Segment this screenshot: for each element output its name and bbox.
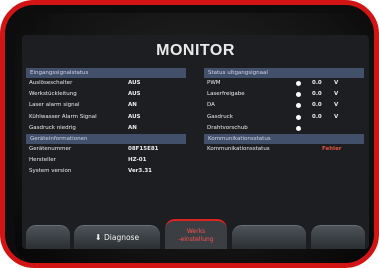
row-value: AUS bbox=[128, 91, 141, 98]
row-unit: V bbox=[334, 102, 339, 109]
output-row-wire-feed: Drahtvorschub bbox=[204, 123, 364, 134]
status-indicator-icon bbox=[296, 103, 301, 109]
tab-label-line1: Werks bbox=[186, 228, 206, 235]
device-bezel: MONITOR Eingangssignalstatus Auslösescha… bbox=[15, 13, 374, 263]
tab-blank-2[interactable] bbox=[232, 225, 306, 249]
info-row-manufacturer: Hersteller HZ-01 bbox=[26, 155, 186, 166]
tab-label: Diagnose bbox=[104, 233, 140, 242]
row-label: Kommunikationsstatus bbox=[207, 145, 270, 152]
row-label: Gasdruck bbox=[207, 113, 233, 120]
row-label: Drahtvorschub bbox=[207, 124, 248, 131]
row-unit: V bbox=[334, 113, 339, 120]
row-label: System version bbox=[29, 168, 72, 175]
row-unit: V bbox=[334, 91, 339, 98]
status-indicator-icon bbox=[296, 92, 301, 98]
input-row-coolant-alarm: Kühlwasser Alarm Signal AUS bbox=[26, 112, 186, 123]
info-row-system-version: System version Ver3.31 bbox=[26, 166, 186, 177]
output-row-gas-pressure: Gasdruck 0.0 V bbox=[204, 112, 364, 123]
input-row-workpiece: Werkstückleitung AUS bbox=[26, 89, 186, 100]
section-header-device-info: Geräteinformationen bbox=[26, 133, 186, 144]
output-row-pwm: PWM 0.0 V bbox=[204, 78, 364, 89]
tab-blank-1[interactable] bbox=[26, 225, 70, 249]
row-label: PWM bbox=[207, 80, 221, 86]
left-panel: Eingangssignalstatus Auslöseschalter AUS … bbox=[26, 68, 186, 178]
down-arrow-icon: ⬇ bbox=[94, 233, 102, 242]
input-row-gas-pressure: Gasdruck niedrig AN bbox=[26, 123, 186, 134]
status-indicator-icon bbox=[296, 125, 301, 131]
row-label: Gasdruck niedrig bbox=[29, 124, 76, 131]
row-label: Laser alarm signal bbox=[29, 102, 80, 109]
row-value: AUS bbox=[128, 80, 141, 86]
section-header-output-status: Status ultgangsignaal bbox=[204, 68, 364, 78]
status-indicator-icon bbox=[296, 81, 301, 86]
tab-werkseinstellung[interactable]: Werks -einstellung bbox=[165, 219, 227, 249]
tab-label-line2: -einstellung bbox=[178, 236, 214, 243]
row-label: Gerätenummer bbox=[29, 145, 72, 152]
tab-blank-3[interactable] bbox=[311, 225, 365, 249]
row-unit: V bbox=[334, 80, 339, 86]
bottom-tab-bar: ⬇ Diagnose Werks -einstellung bbox=[22, 207, 369, 249]
tab-diagnose[interactable]: ⬇ Diagnose bbox=[74, 225, 160, 249]
status-indicator-icon bbox=[296, 114, 301, 120]
row-value: 0.0 bbox=[312, 113, 322, 120]
row-value: Ver3.31 bbox=[128, 168, 152, 175]
row-value: HZ-01 bbox=[128, 157, 147, 164]
input-row-trigger: Auslöseschalter AUS bbox=[26, 78, 186, 89]
section-header-input-status: Eingangssignalstatus bbox=[26, 68, 186, 78]
monitor-screen: MONITOR Eingangssignalstatus Auslösescha… bbox=[22, 35, 369, 249]
error-status-value: Fehler bbox=[322, 145, 342, 152]
row-value: 08F15E81 bbox=[128, 145, 159, 152]
row-value: AN bbox=[128, 124, 137, 131]
row-label: Werkstückleitung bbox=[29, 91, 77, 98]
output-row-laser-enable: Laserfreigabe 0.0 V bbox=[204, 89, 364, 100]
row-label: Hersteller bbox=[29, 157, 56, 164]
right-panel: Status ultgangsignaal PWM 0.0 V Laserfreig… bbox=[204, 68, 364, 155]
row-value: AN bbox=[128, 102, 137, 109]
row-value: 0.0 bbox=[312, 80, 322, 86]
row-label: Kühlwasser Alarm Signal bbox=[29, 113, 97, 120]
row-value: 0.0 bbox=[312, 91, 322, 98]
info-row-device-number: Gerätenummer 08F15E81 bbox=[26, 144, 186, 155]
comm-row-status: Kommunikationsstatus Fehler bbox=[204, 144, 364, 155]
input-row-laser-alarm: Laser alarm signal AN bbox=[26, 100, 186, 111]
section-header-comm-status: Kommunikationsstatus bbox=[204, 133, 364, 144]
page-title: MONITOR bbox=[156, 42, 235, 59]
row-value: 0.0 bbox=[312, 102, 322, 109]
row-label: Auslöseschalter bbox=[29, 80, 73, 86]
row-label: DA bbox=[207, 102, 215, 109]
output-row-da: DA 0.0 V bbox=[204, 100, 364, 111]
screenshot-frame: MONITOR Eingangssignalstatus Auslösescha… bbox=[0, 0, 379, 268]
row-value: AUS bbox=[128, 113, 141, 120]
row-label: Laserfreigabe bbox=[207, 91, 245, 98]
